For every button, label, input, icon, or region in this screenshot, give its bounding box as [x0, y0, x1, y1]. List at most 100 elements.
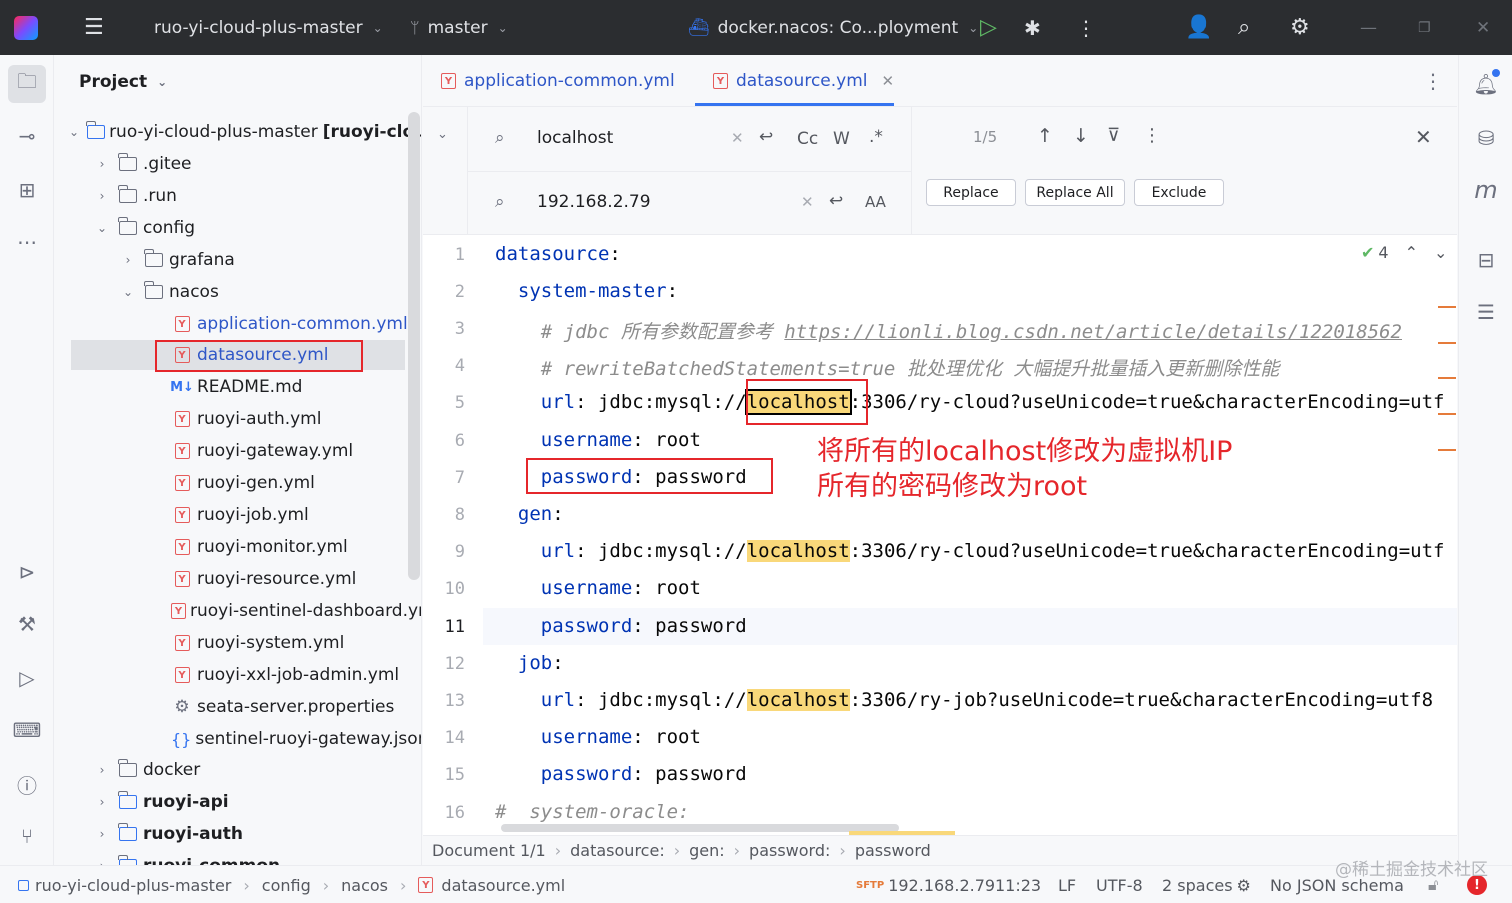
commit-icon[interactable]: ⊸ [8, 117, 46, 155]
run-icon[interactable]: ▷ [980, 0, 997, 55]
problems-icon[interactable]: ⓘ [8, 765, 46, 803]
project-panel-title[interactable]: Project ⌄ [79, 72, 167, 92]
tree-item[interactable]: ⌄ nacos [55, 277, 415, 307]
match-marker[interactable] [1438, 342, 1456, 344]
chevron-up-icon[interactable]: ⌃ [1405, 243, 1418, 262]
branch-switcher[interactable]: ᛘ master ⌄ [410, 0, 508, 55]
tree-item[interactable]: Y ruoyi-system.yml [55, 628, 415, 658]
tree-item[interactable]: Y ruoyi-auth.yml [55, 404, 415, 434]
tree-item[interactable]: Y ruoyi-gateway.yml [55, 436, 415, 466]
whole-word-toggle[interactable]: W [833, 129, 850, 149]
database-icon[interactable]: ⛁ [1471, 123, 1501, 153]
match-case-toggle[interactable]: Cc [797, 129, 818, 149]
tree-item[interactable]: › ruoyi-common [55, 851, 415, 865]
app-logo-icon[interactable] [14, 0, 38, 55]
search-icon[interactable]: ⌕ [1238, 0, 1250, 55]
tree-item[interactable]: › ruoyi-auth [55, 819, 415, 849]
replace-all-button[interactable]: Replace All [1025, 179, 1125, 206]
status-path-item[interactable]: ruo-yi-cloud-plus-master [35, 876, 231, 895]
file-encoding[interactable]: UTF-8 [1096, 866, 1143, 903]
preserve-case-toggle[interactable]: AA [865, 193, 886, 211]
clear-replace-icon[interactable]: ✕ [801, 193, 814, 211]
breadcrumb-item[interactable]: password: [749, 841, 830, 860]
tab-application-common[interactable]: Y application-common.yml [441, 55, 675, 107]
match-marker[interactable] [1438, 449, 1456, 451]
tree-item[interactable]: {} sentinel-ruoyi-gateway.json [55, 724, 421, 754]
run-tool-icon[interactable]: ▷ [8, 659, 46, 697]
main-menu-icon[interactable]: ☰ [84, 0, 104, 55]
close-tab-icon[interactable]: ✕ [882, 72, 895, 90]
tree-root[interactable]: ⌄ ruo-yi-cloud-plus-master [ruoyi-cloud- [55, 117, 421, 147]
tree-item[interactable]: Y ruoyi-xxl-job-admin.yml [55, 660, 415, 690]
maximize-icon[interactable]: ❐ [1418, 0, 1431, 55]
close-window-icon[interactable]: ✕ [1476, 0, 1490, 55]
project-scrollbar[interactable] [408, 112, 420, 580]
breadcrumb-item[interactable]: gen: [689, 841, 725, 860]
inspection-widget[interactable]: ✔ 4 ⌃ ⌄ [1361, 243, 1447, 262]
services-icon[interactable]: ⊳ [8, 553, 46, 591]
list-icon[interactable]: ☰ [1471, 297, 1501, 327]
add-user-icon[interactable]: 👤 [1185, 0, 1212, 55]
status-path-item[interactable]: nacos [341, 876, 388, 895]
tree-item[interactable]: › .run [55, 181, 415, 211]
code-editor[interactable]: 1 2 3 4 5 6 7 8 9 10 11 12 13 14 15 16 d… [423, 235, 1457, 835]
filter-icon[interactable]: ⊽ [1107, 125, 1120, 146]
tree-item[interactable]: Y ruoyi-monitor.yml [55, 532, 415, 562]
regex-toggle[interactable]: .* [869, 127, 883, 147]
breadcrumb-item[interactable]: datasource: [570, 841, 665, 860]
match-marker[interactable] [1438, 413, 1456, 415]
tabs-more-icon[interactable]: ⋮ [1423, 55, 1443, 107]
match-marker[interactable] [1438, 377, 1456, 379]
status-path-item[interactable]: datasource.yml [441, 876, 565, 895]
caret-position[interactable]: 11:23 [995, 866, 1041, 903]
tree-item[interactable]: › grafana [55, 245, 415, 275]
terminal-icon[interactable]: ⌨ [8, 711, 46, 749]
search-input[interactable]: localhost [537, 128, 613, 148]
clear-search-icon[interactable]: ✕ [731, 129, 744, 147]
maven-icon[interactable]: m [1471, 175, 1501, 205]
project-tool-folder-icon[interactable]: 🗀 [8, 65, 46, 103]
debug-icon[interactable]: ✱ [1024, 0, 1041, 55]
replace-input[interactable]: 192.168.2.79 [537, 192, 651, 212]
indent-setting[interactable]: 2 spaces ⚙ [1162, 866, 1251, 903]
tree-item[interactable]: Y ruoyi-gen.yml [55, 468, 415, 498]
git-icon[interactable]: ⑂ [8, 817, 46, 855]
more-tools-icon[interactable]: ⋯ [8, 223, 46, 261]
tree-item[interactable]: › docker [55, 755, 415, 785]
replace-button[interactable]: Replace [926, 179, 1016, 206]
tree-item[interactable]: M↓ README.md [55, 372, 415, 402]
tab-datasource[interactable]: Y datasource.yml ✕ [713, 55, 894, 107]
minimize-icon[interactable]: — [1360, 0, 1377, 55]
tree-item[interactable]: Y application-common.yml [55, 309, 415, 339]
tree-item[interactable]: Y ruoyi-resource.yml [55, 564, 415, 594]
docs-link[interactable]: https://lionli.blog.csdn.net/article/det… [784, 321, 1402, 343]
build-icon[interactable]: ⚒ [8, 605, 46, 643]
new-line-icon[interactable]: ↩ [829, 191, 843, 211]
breadcrumb-item[interactable]: password [855, 841, 931, 860]
tree-item[interactable]: ⌄ config [55, 213, 415, 243]
structure-diagram-icon[interactable]: ⊟ [1471, 245, 1501, 275]
run-config-selector[interactable]: ⛴ docker.nacos: Co...ployment ⌄ [688, 0, 978, 55]
chevron-down-icon[interactable]: ⌄ [1434, 243, 1447, 262]
breadcrumb-item[interactable]: Document 1/1 [432, 841, 546, 860]
horizontal-scrollbar[interactable] [501, 824, 899, 832]
line-separator[interactable]: LF [1058, 866, 1076, 903]
next-occurrence-icon[interactable]: ↓ [1073, 125, 1089, 147]
settings-gear-icon[interactable]: ⚙ [1290, 0, 1310, 55]
previous-occurrence-icon[interactable]: ↑ [1037, 125, 1053, 147]
exclude-button[interactable]: Exclude [1134, 179, 1224, 206]
toggle-replace-chevron-icon[interactable]: ⌄ [437, 127, 448, 142]
more-actions-icon[interactable]: ⋮ [1076, 0, 1096, 55]
tree-item[interactable]: › .gitee [55, 149, 415, 179]
project-switcher[interactable]: ruo-yi-cloud-plus-master ⌄ [154, 0, 383, 55]
status-path-item[interactable]: config [262, 876, 311, 895]
tree-item[interactable]: ⚙ seata-server.properties [55, 692, 415, 722]
tree-item[interactable]: Y ruoyi-sentinel-dashboard.yml [55, 596, 421, 626]
tree-item[interactable]: Y ruoyi-job.yml [55, 500, 415, 530]
new-line-icon[interactable]: ↩ [759, 127, 773, 147]
more-options-icon[interactable]: ⋮ [1143, 125, 1161, 146]
structure-icon[interactable]: ⊞ [8, 171, 46, 209]
tree-item[interactable]: › ruoyi-api [55, 787, 415, 817]
match-marker[interactable] [1438, 306, 1456, 308]
sftp-status[interactable]: SFTP 192.168.2.79 [856, 866, 995, 903]
